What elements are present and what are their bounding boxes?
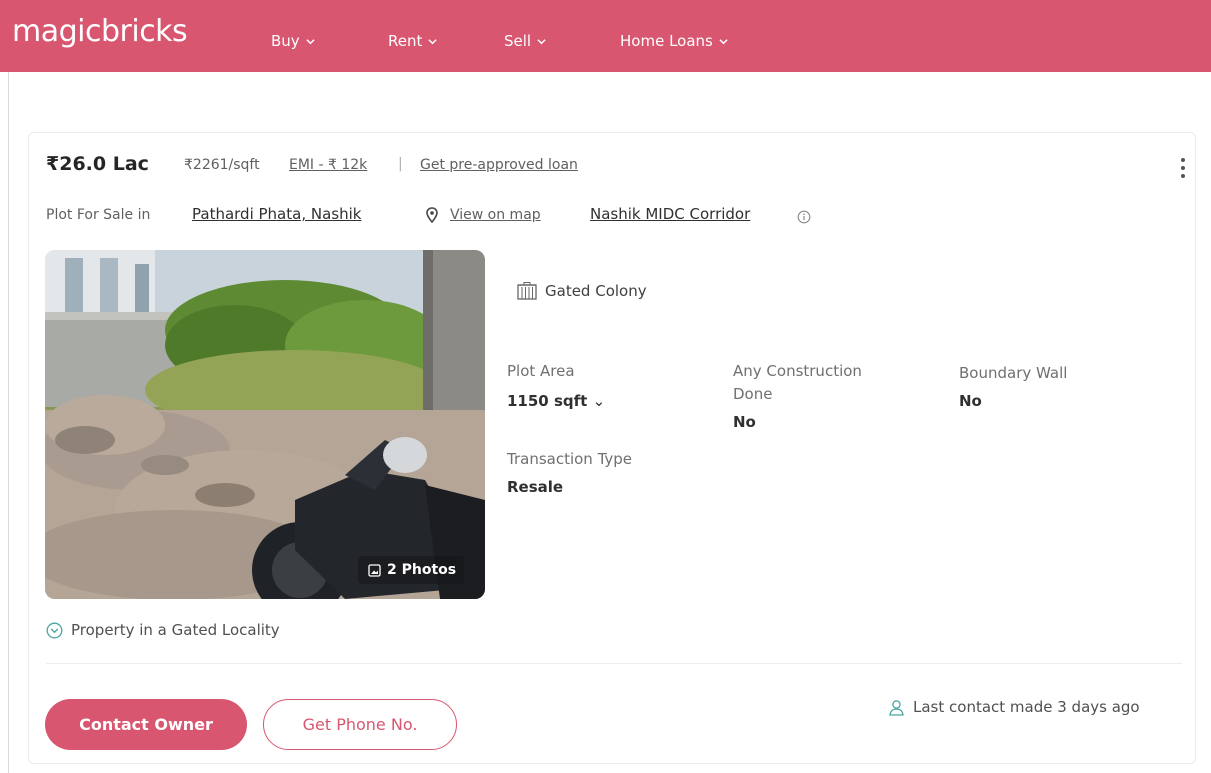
- locality-link[interactable]: Pathardi Phata, Nashik: [192, 205, 361, 223]
- nav-sell[interactable]: Sell: [504, 32, 546, 50]
- view-on-map-link[interactable]: View on map: [450, 207, 541, 223]
- gated-colony-label: Gated Colony: [545, 282, 647, 300]
- photo-scene: [45, 250, 485, 599]
- magicbricks-logo[interactable]: magicbricks: [12, 14, 188, 49]
- plot-area-value-text: 1150 sqft: [507, 392, 588, 410]
- nav-sell-label: Sell: [504, 32, 532, 50]
- contact-owner-button[interactable]: Contact Owner: [45, 699, 247, 750]
- nav-home-loans-label: Home Loans: [620, 32, 713, 50]
- property-photo[interactable]: [45, 250, 485, 599]
- boundary-wall-label: Boundary Wall: [959, 364, 1068, 382]
- info-icon[interactable]: [797, 210, 811, 224]
- construction-label-line2: Done: [733, 385, 773, 403]
- listing-price: ₹26.0 Lac: [46, 153, 149, 175]
- photo-count-label: 2 Photos: [387, 562, 457, 578]
- nav-rent[interactable]: Rent: [388, 32, 437, 50]
- more-options-icon[interactable]: [1176, 156, 1190, 182]
- plot-area-value[interactable]: 1150 sqft ⌄: [507, 392, 605, 410]
- gated-locality-highlight[interactable]: Property in a Gated Locality: [46, 621, 280, 639]
- nav-buy-label: Buy: [271, 32, 300, 50]
- map-pin-icon: [426, 207, 438, 223]
- nav-rent-label: Rent: [388, 32, 423, 50]
- chevron-down-icon: [719, 38, 728, 44]
- price-per-sqft: ₹2261/sqft: [184, 157, 260, 173]
- chevron-down-circle-icon: [46, 622, 63, 638]
- boundary-wall-value: No: [959, 392, 982, 410]
- get-phone-button[interactable]: Get Phone No.: [263, 699, 457, 750]
- chevron-down-icon: [306, 38, 315, 44]
- user-icon: [889, 699, 904, 716]
- nav-home-loans[interactable]: Home Loans: [620, 32, 728, 50]
- gated-colony-tag: Gated Colony: [517, 282, 647, 300]
- transaction-type-value: Resale: [507, 478, 564, 496]
- plot-for-sale-label: Plot For Sale in: [46, 207, 151, 223]
- separator: |: [398, 156, 403, 172]
- gallery-icon: [368, 563, 381, 577]
- construction-label-line1: Any Construction: [733, 362, 862, 380]
- last-contact-label: Last contact made 3 days ago: [913, 698, 1140, 716]
- construction-value: No: [733, 413, 756, 431]
- last-contact-info: Last contact made 3 days ago: [888, 698, 1140, 716]
- chevron-down-icon: [428, 38, 437, 44]
- corridor-link[interactable]: Nashik MIDC Corridor: [590, 205, 750, 223]
- building-icon: [517, 282, 537, 300]
- pre-approved-loan-link[interactable]: Get pre-approved loan: [420, 157, 578, 173]
- top-nav-bar: magicbricks Buy Rent Sell Home Loans: [0, 0, 1211, 72]
- photo-count-badge[interactable]: 2 Photos: [358, 556, 465, 584]
- emi-link[interactable]: EMI - ₹ 12k: [289, 157, 367, 173]
- plot-area-label: Plot Area: [507, 362, 575, 380]
- chevron-down-icon: [537, 38, 546, 44]
- chevron-down-icon: ⌄: [592, 392, 606, 410]
- transaction-type-label: Transaction Type: [507, 450, 633, 468]
- card-divider: [46, 663, 1182, 664]
- page-left-border: [8, 72, 9, 773]
- gated-locality-label: Property in a Gated Locality: [71, 621, 280, 639]
- nav-buy[interactable]: Buy: [271, 32, 315, 50]
